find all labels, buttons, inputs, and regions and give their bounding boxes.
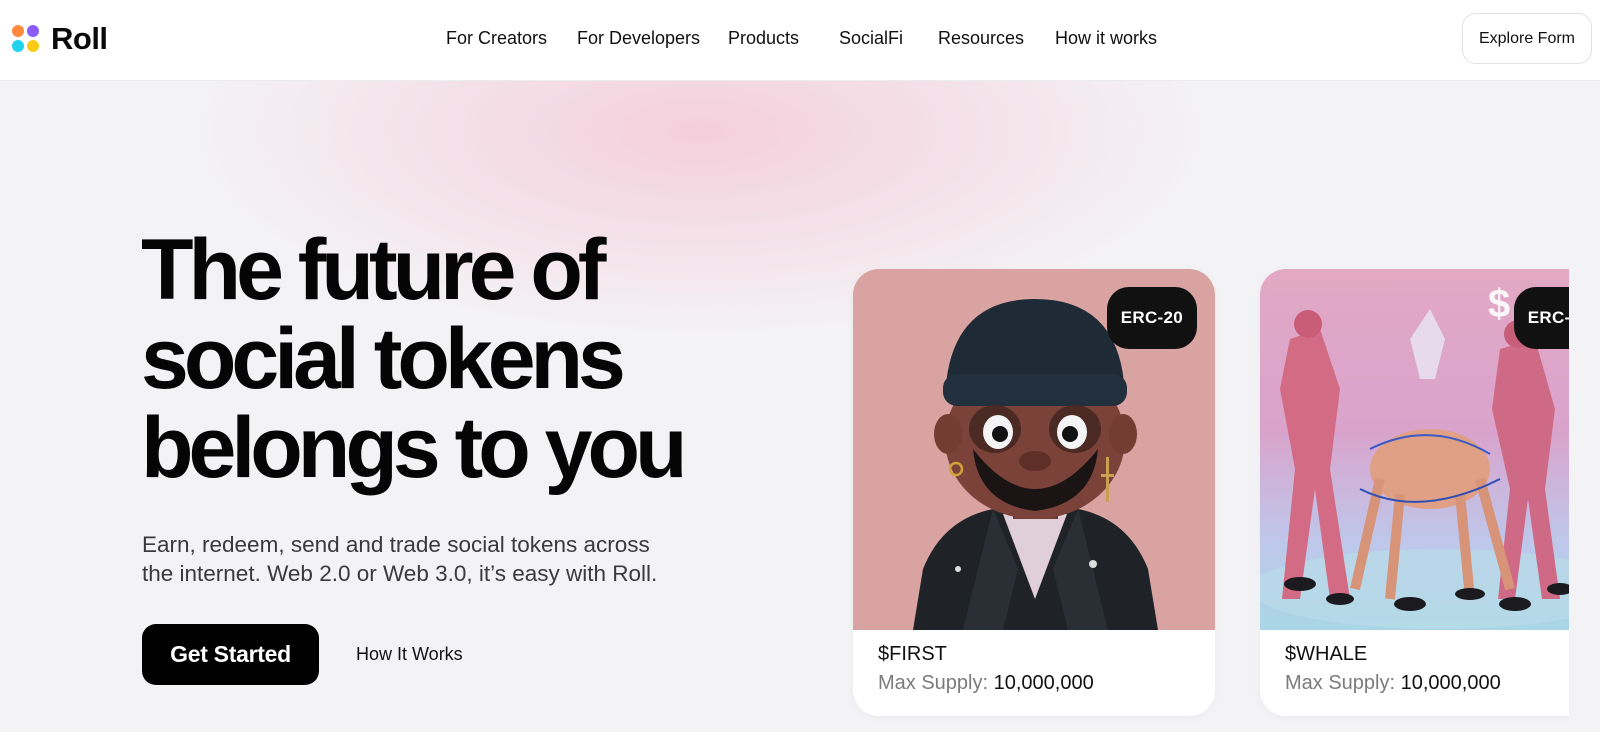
nav-how-it-works[interactable]: How it works [1055,28,1157,49]
subtext-line-2: the internet. Web 2.0 or Web 3.0, it’s e… [142,561,658,586]
abstract-figures-image: $ ERC-20 [1260,269,1600,630]
token-card[interactable]: $ ERC-20 $WHALE Max Supply: 10,000,000 [1260,269,1600,716]
supply-value: 10,000,000 [993,672,1094,694]
hero-subtext: Earn, redeem, send and trade social toke… [142,530,722,588]
logo-text: Roll [51,21,108,56]
max-supply: Max Supply: 10,000,000 [1285,672,1501,695]
get-started-button[interactable]: Get Started [142,624,319,685]
subtext-line-1: Earn, redeem, send and trade social toke… [142,532,650,557]
how-it-works-link[interactable]: How It Works [356,644,463,665]
token-card[interactable]: ERC-20 $FIRST Max Supply: 10,000,000 [853,269,1215,716]
avatar-character-image: ERC-20 [853,269,1215,630]
nav-resources[interactable]: Resources [938,28,1024,49]
supply-value: 10,000,000 [1400,672,1501,694]
logo[interactable]: Roll [12,21,108,56]
token-name: $FIRST [878,643,947,665]
explore-form-button[interactable]: Explore Form [1462,13,1592,64]
supply-label: Max Supply: [878,672,989,694]
token-name: $WHALE [1285,643,1368,665]
supply-label: Max Supply: [1285,672,1396,694]
nav-socialfi[interactable]: SocialFi [839,28,903,49]
svg-text:$: $ [1488,282,1510,326]
erc20-badge: ERC-20 [1106,287,1197,349]
site-header: Roll For Creators For Developers Product… [0,0,1600,81]
headline-line-2: social tokens [141,311,626,407]
nav-for-developers[interactable]: For Developers [577,28,700,49]
nav-for-creators[interactable]: For Creators [446,28,547,49]
headline-line-1: The future of [141,222,607,318]
hero-headline: The future of social tokens belongs to y… [141,226,761,493]
max-supply: Max Supply: 10,000,000 [878,672,1094,695]
nav-products[interactable]: Products [728,28,799,49]
headline-line-3: belongs to you [141,400,688,496]
viewport-edge [1569,81,1600,732]
roll-logo-icon [12,25,40,53]
